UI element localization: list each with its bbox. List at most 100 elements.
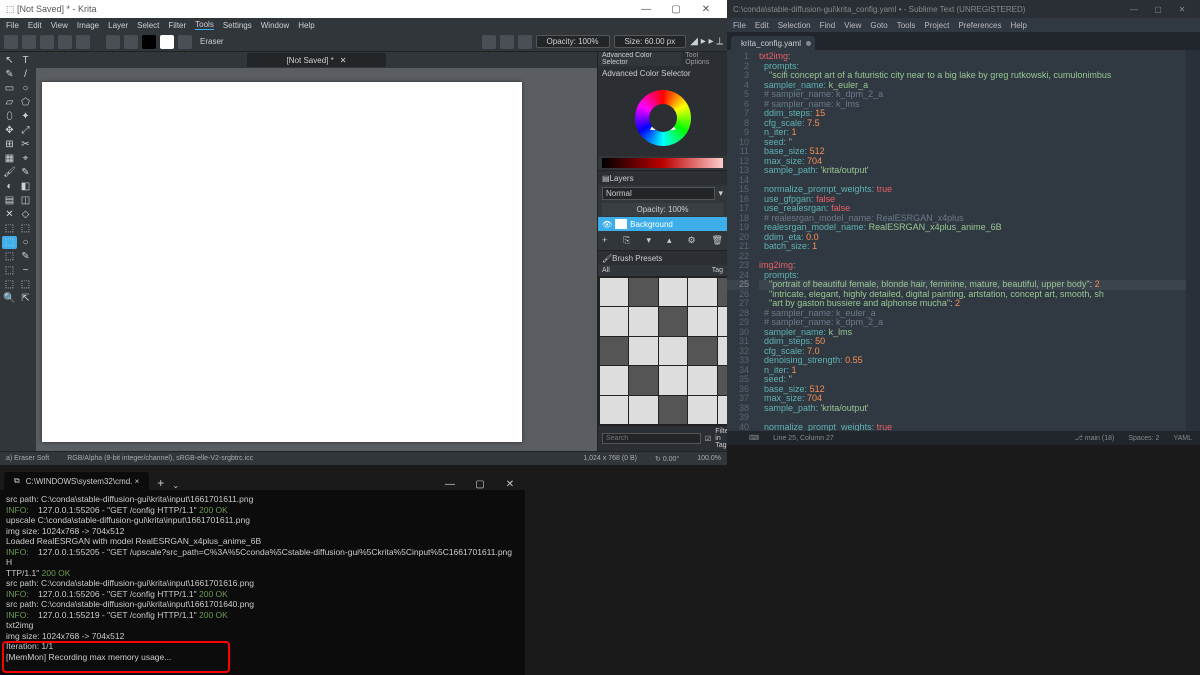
minimize-button[interactable]: —: [1122, 5, 1146, 14]
terminal-titlebar[interactable]: ⧉ C:\WINDOWS\system32\cmd. × + ⌄ — ▢ ✕: [0, 470, 525, 490]
brush-preset-24[interactable]: [718, 396, 727, 424]
layer-opacity-slider[interactable]: Opacity: 100%: [602, 203, 723, 216]
new-doc-button[interactable]: [4, 35, 18, 49]
tool-2-0[interactable]: ▭: [2, 82, 17, 95]
terminal-tab[interactable]: ⧉ C:\WINDOWS\system32\cmd. ×: [4, 472, 149, 490]
code-area[interactable]: txt2img: prompts: "scifi concept art of …: [755, 50, 1186, 431]
fg-color[interactable]: [142, 35, 156, 49]
visibility-icon[interactable]: 👁: [602, 220, 612, 229]
tool-5-0[interactable]: ✥: [2, 124, 17, 137]
krita-titlebar[interactable]: ⬚ [Not Saved] * - Krita — ▢ ✕: [0, 0, 727, 18]
brush-preset-6[interactable]: [629, 307, 657, 335]
bg-color[interactable]: [160, 35, 174, 49]
tool-options-tab[interactable]: Tool Options: [681, 52, 727, 66]
undo-button[interactable]: [58, 35, 72, 49]
tool-16-0[interactable]: ⬚: [2, 278, 17, 291]
status-angle[interactable]: ↻ 0.00°: [655, 455, 679, 463]
tool-3-0[interactable]: ▱: [2, 96, 17, 109]
brush-preset-22[interactable]: [659, 396, 687, 424]
maximize-button[interactable]: ▢: [465, 479, 495, 490]
tool-0-0[interactable]: ↖: [2, 54, 17, 67]
duplicate-layer-icon[interactable]: ⎘: [623, 235, 630, 246]
menu-edit[interactable]: Edit: [28, 21, 42, 30]
properties-icon[interactable]: ⚙: [687, 235, 695, 246]
tool-8-1[interactable]: ✎: [18, 166, 33, 179]
open-button[interactable]: [22, 35, 36, 49]
canvas[interactable]: [42, 82, 522, 442]
layer-item[interactable]: 👁 Background: [598, 217, 727, 231]
tool-13-1[interactable]: ○: [18, 236, 33, 249]
close-button[interactable]: ✕: [691, 4, 721, 15]
brush-all-label[interactable]: All: [602, 267, 610, 274]
menu-help[interactable]: Help: [1010, 21, 1026, 30]
delete-layer-icon[interactable]: 🗑: [712, 235, 723, 246]
close-button[interactable]: ✕: [495, 479, 525, 490]
sublime-titlebar[interactable]: C:\conda\stable-diffusion-gui\krita_conf…: [727, 0, 1200, 18]
tool-13-0[interactable]: ⬚: [2, 236, 17, 249]
brush-preset-13[interactable]: [688, 337, 716, 365]
tool-1-0[interactable]: ✎: [2, 68, 17, 81]
tool-10-0[interactable]: ▤: [2, 194, 17, 207]
brush-preset[interactable]: [178, 35, 192, 49]
brush-preset-5[interactable]: [600, 307, 628, 335]
menu-file[interactable]: File: [6, 21, 19, 30]
tool-9-0[interactable]: ◐: [2, 180, 17, 193]
menu-preferences[interactable]: Preferences: [958, 21, 1001, 30]
brush-preset-7[interactable]: [659, 307, 687, 335]
new-tab-button[interactable]: +: [149, 476, 172, 490]
tool-3-1[interactable]: ⬠: [18, 96, 33, 109]
status-zoom[interactable]: 100.0%: [697, 455, 721, 462]
tool-11-1[interactable]: ◇: [18, 208, 33, 221]
tool-6-1[interactable]: ✂: [18, 138, 33, 151]
blend-dropdown-icon[interactable]: ▾: [718, 188, 723, 199]
document-tab[interactable]: [Not Saved] * ✕: [247, 53, 387, 67]
tool-4-1[interactable]: ✦: [18, 110, 33, 123]
brush-preset-8[interactable]: [688, 307, 716, 335]
menu-goto[interactable]: Goto: [870, 21, 887, 30]
brush-preset-1[interactable]: [629, 278, 657, 306]
keyboard-icon[interactable]: ⌨: [749, 434, 759, 442]
minimap[interactable]: [1186, 50, 1200, 431]
menu-window[interactable]: Window: [261, 21, 289, 30]
flow-icon[interactable]: ◢ ▸ ▸ ⟂: [690, 36, 723, 47]
close-button[interactable]: ✕: [1170, 5, 1194, 14]
menu-tools[interactable]: Tools: [195, 20, 214, 30]
color-selector-tab[interactable]: Advanced Color Selector: [598, 52, 681, 66]
tool-15-0[interactable]: ⬚: [2, 264, 17, 277]
tool-17-1[interactable]: ⇱: [18, 292, 33, 305]
brush-search-input[interactable]: [602, 433, 701, 444]
tool-11-0[interactable]: ✕: [2, 208, 17, 221]
file-tab[interactable]: krita_config.yaml: [731, 36, 815, 50]
tool-5-1[interactable]: ⤢: [18, 124, 33, 137]
menu-layer[interactable]: Layer: [108, 21, 128, 30]
brush-preset-9[interactable]: [718, 307, 727, 335]
tool-1-1[interactable]: /: [18, 68, 33, 81]
brush-preset-19[interactable]: [718, 366, 727, 394]
tool-14-0[interactable]: ⬚: [2, 250, 17, 263]
wrap-button[interactable]: [518, 35, 532, 49]
tool-4-0[interactable]: ⬯: [2, 110, 17, 123]
minimize-button[interactable]: —: [435, 479, 465, 490]
brush-preset-10[interactable]: [600, 337, 628, 365]
tool-9-1[interactable]: ◧: [18, 180, 33, 193]
color-selector[interactable]: [598, 80, 727, 156]
brush-preset-3[interactable]: [688, 278, 716, 306]
blend-mode-select[interactable]: Normal: [602, 187, 715, 200]
brush-preset-14[interactable]: [718, 337, 727, 365]
menu-image[interactable]: Image: [77, 21, 99, 30]
maximize-button[interactable]: ▢: [661, 4, 691, 15]
redo-button[interactable]: [76, 35, 90, 49]
tool-6-0[interactable]: ⊞: [2, 138, 17, 151]
brush-preset-21[interactable]: [629, 396, 657, 424]
menu-view[interactable]: View: [844, 21, 861, 30]
menu-select[interactable]: Select: [137, 21, 159, 30]
menu-tools[interactable]: Tools: [897, 21, 916, 30]
size-field[interactable]: Size: 60.00 px: [614, 35, 687, 48]
terminal-output[interactable]: src path: C:\conda\stable-diffusion-gui\…: [0, 490, 525, 675]
save-button[interactable]: [40, 35, 54, 49]
brush-tag-label[interactable]: Tag: [712, 267, 723, 274]
tool-7-1[interactable]: ⌖: [18, 152, 33, 165]
brush-preset-18[interactable]: [688, 366, 716, 394]
status-spaces[interactable]: Spaces: 2: [1128, 435, 1159, 442]
close-tab-icon[interactable]: ✕: [340, 56, 347, 65]
